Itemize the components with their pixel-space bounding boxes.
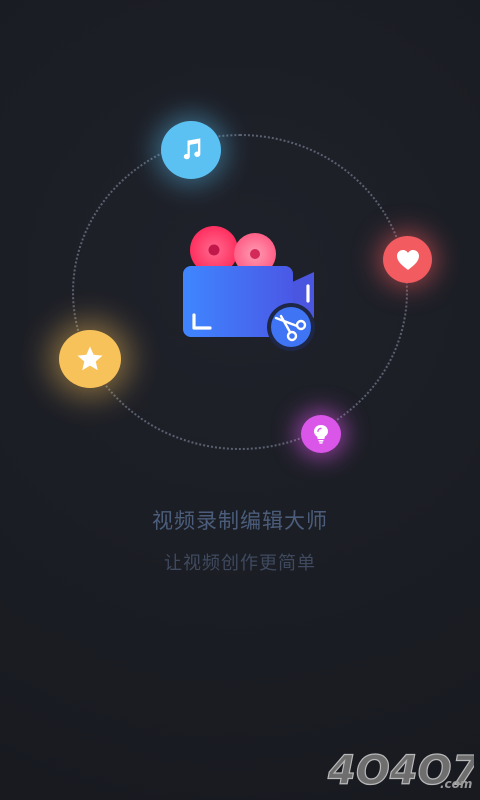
watermark-logo: 4O4O7 .com	[326, 747, 480, 794]
app-title: 视频录制编辑大师	[152, 509, 328, 533]
video-camera-scissors-icon	[180, 224, 320, 354]
app-subtitle: 让视频创作更简单	[164, 553, 316, 574]
star-icon	[75, 344, 105, 374]
heart-icon	[396, 249, 420, 271]
music-bubble	[161, 121, 221, 179]
bulb-bubble	[301, 415, 341, 453]
music-note-icon	[177, 136, 205, 164]
star-bubble	[59, 330, 121, 388]
bulb-icon	[312, 424, 330, 444]
svg-text:.com: .com	[440, 777, 472, 791]
heart-bubble	[383, 236, 432, 283]
splash-screen: 视频录制编辑大师 让视频创作更简单 4O4O7 .com	[0, 0, 480, 800]
